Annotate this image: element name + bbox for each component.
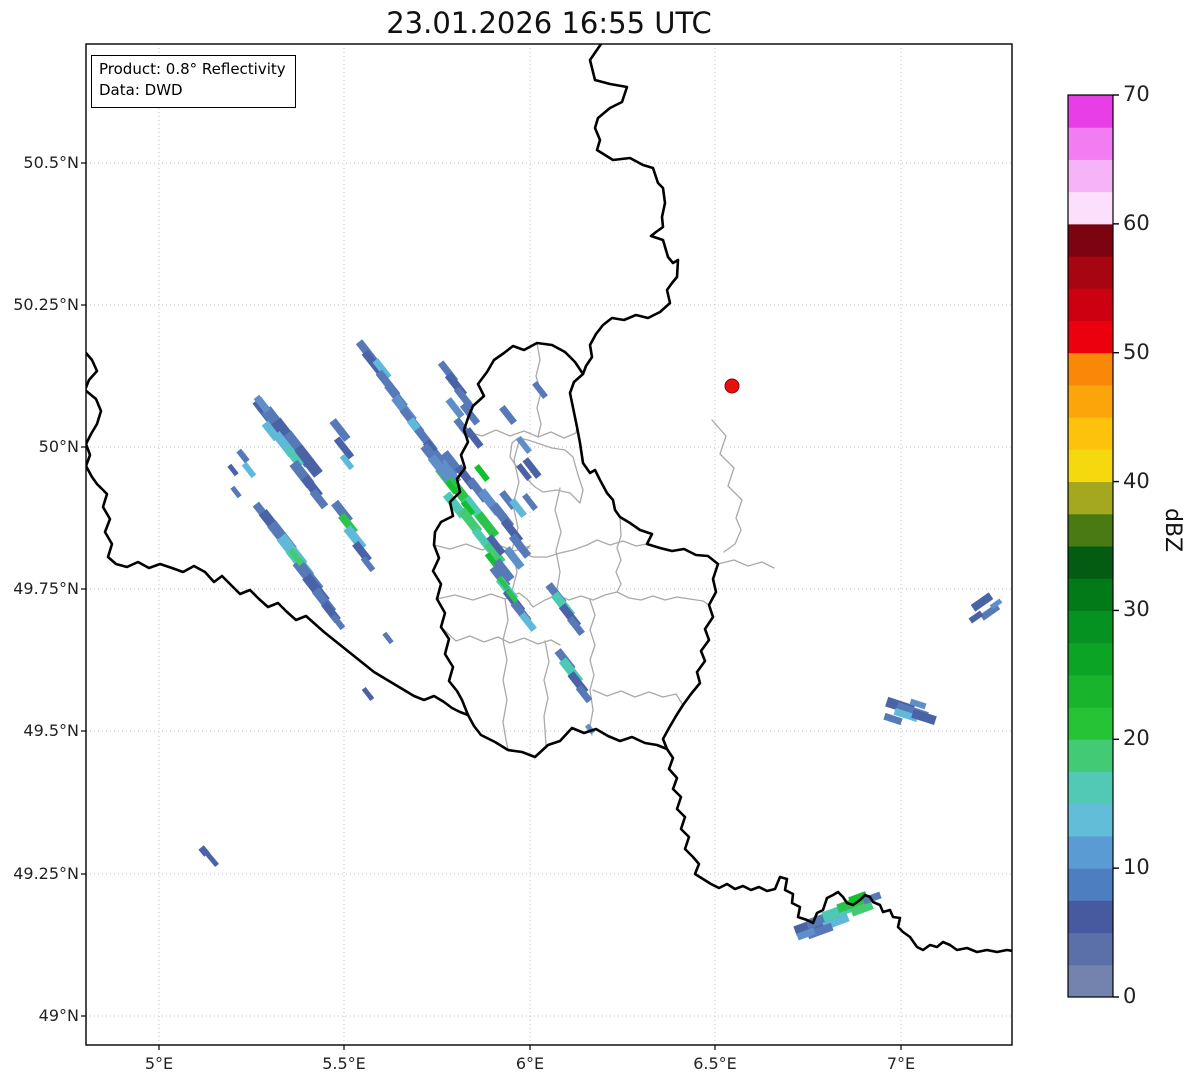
admin-border-path bbox=[502, 598, 509, 750]
admin-border-path bbox=[436, 591, 710, 608]
admin-border-path bbox=[554, 487, 562, 596]
colorbar-segment bbox=[1068, 932, 1113, 966]
colorbar-segment bbox=[1068, 513, 1113, 547]
colorbar-segment bbox=[1068, 127, 1113, 160]
colorbar-segment bbox=[1068, 417, 1113, 450]
colorbar-segment bbox=[1068, 320, 1113, 354]
radar-site-marker bbox=[724, 378, 740, 394]
radar-echo-streak bbox=[361, 686, 375, 702]
colorbar-segment bbox=[1068, 352, 1113, 386]
admin-border-path bbox=[433, 539, 648, 558]
colorbar-tick-label: 20 bbox=[1123, 726, 1150, 751]
radar-echo-streak bbox=[241, 461, 257, 479]
colorbar-tick-label: 70 bbox=[1123, 82, 1150, 106]
x-axis-tick-label: 5.5°E bbox=[322, 1054, 366, 1073]
radar-echo-streak bbox=[230, 485, 242, 499]
y-axis-tick-label: 49°N bbox=[38, 1006, 79, 1025]
colorbar-segment bbox=[1068, 384, 1113, 418]
y-axis-tick-label: 49.75°N bbox=[13, 579, 79, 598]
admin-border-path bbox=[615, 516, 622, 593]
radar-product-page: 23.01.2026 16:55 UTC Product: 0.8° Refle… bbox=[0, 0, 1202, 1081]
colorbar-tick-label: 0 bbox=[1123, 984, 1137, 1008]
colorbar-tick-label: 10 bbox=[1123, 855, 1150, 880]
radar-echo-streak bbox=[382, 631, 394, 645]
colorbar-segment bbox=[1068, 835, 1113, 869]
colorbar-units-label: dBZ bbox=[1160, 508, 1185, 553]
colorbar-segment bbox=[1068, 739, 1113, 772]
colorbar-segment bbox=[1068, 191, 1113, 225]
colorbar-segment bbox=[1068, 707, 1113, 740]
colorbar-segment bbox=[1068, 449, 1113, 483]
colorbar-segment bbox=[1068, 546, 1113, 579]
admin-border-path bbox=[592, 689, 684, 706]
colorbar-segment bbox=[1068, 642, 1113, 676]
x-axis-tick-label: 7°E bbox=[886, 1054, 916, 1073]
colorbar-segment bbox=[1068, 868, 1113, 901]
product-info-box: Product: 0.8° Reflectivity Data: DWD bbox=[91, 55, 296, 108]
colorbar-segment bbox=[1068, 256, 1113, 289]
radar-map-canvas bbox=[81, 43, 1119, 1050]
colorbar-segment bbox=[1068, 159, 1113, 193]
x-axis-tick-label: 5°E bbox=[144, 1054, 174, 1073]
colorbar-segment bbox=[1068, 95, 1113, 128]
y-axis-tick-label: 49.5°N bbox=[23, 721, 79, 740]
colorbar-tick-label: 60 bbox=[1123, 210, 1150, 235]
colorbar-segment bbox=[1068, 674, 1113, 708]
admin-border-path bbox=[467, 426, 578, 439]
colorbar-segment bbox=[1068, 288, 1113, 321]
radar-echo-streak bbox=[227, 463, 239, 477]
product-label: Product: 0.8° Reflectivity bbox=[99, 60, 286, 78]
admin-border-path bbox=[440, 626, 561, 646]
y-axis-tick-label: 50.5°N bbox=[23, 153, 79, 172]
colorbar-segment bbox=[1068, 481, 1113, 515]
data-source-label: Data: DWD bbox=[99, 81, 183, 100]
y-axis-tick-label: 50.25°N bbox=[13, 295, 79, 314]
colorbar-tick-label: 50 bbox=[1123, 339, 1150, 364]
colorbar-segment bbox=[1068, 964, 1113, 998]
plot-content-group bbox=[86, 44, 1012, 1045]
colorbar-segment bbox=[1068, 223, 1113, 257]
colorbar-tick-label: 30 bbox=[1123, 597, 1150, 622]
admin-border-path bbox=[717, 559, 775, 569]
colorbar-segment bbox=[1068, 771, 1113, 805]
admin-border-path bbox=[711, 419, 743, 553]
x-axis-tick-label: 6°E bbox=[515, 1054, 545, 1073]
country-border-path bbox=[581, 44, 680, 376]
colorbar-segment bbox=[1068, 578, 1113, 611]
radar-echo-streak bbox=[474, 464, 490, 482]
radar-echo-streak bbox=[236, 448, 250, 464]
country-border-path bbox=[431, 341, 720, 759]
x-axis-tick-label: 6.5°E bbox=[693, 1054, 737, 1073]
colorbar-tick-label: 40 bbox=[1123, 468, 1150, 493]
y-axis-tick-label: 50°N bbox=[38, 437, 79, 456]
colorbar-segment bbox=[1068, 610, 1113, 644]
admin-border-path bbox=[543, 640, 550, 746]
y-axis-tick-label: 49.25°N bbox=[13, 864, 79, 883]
colorbar-segment bbox=[1068, 900, 1113, 934]
colorbar-segment bbox=[1068, 803, 1113, 837]
admin-border-path bbox=[589, 599, 596, 736]
radar-echo-streak bbox=[499, 404, 517, 426]
radar-echo-streak bbox=[968, 610, 984, 624]
